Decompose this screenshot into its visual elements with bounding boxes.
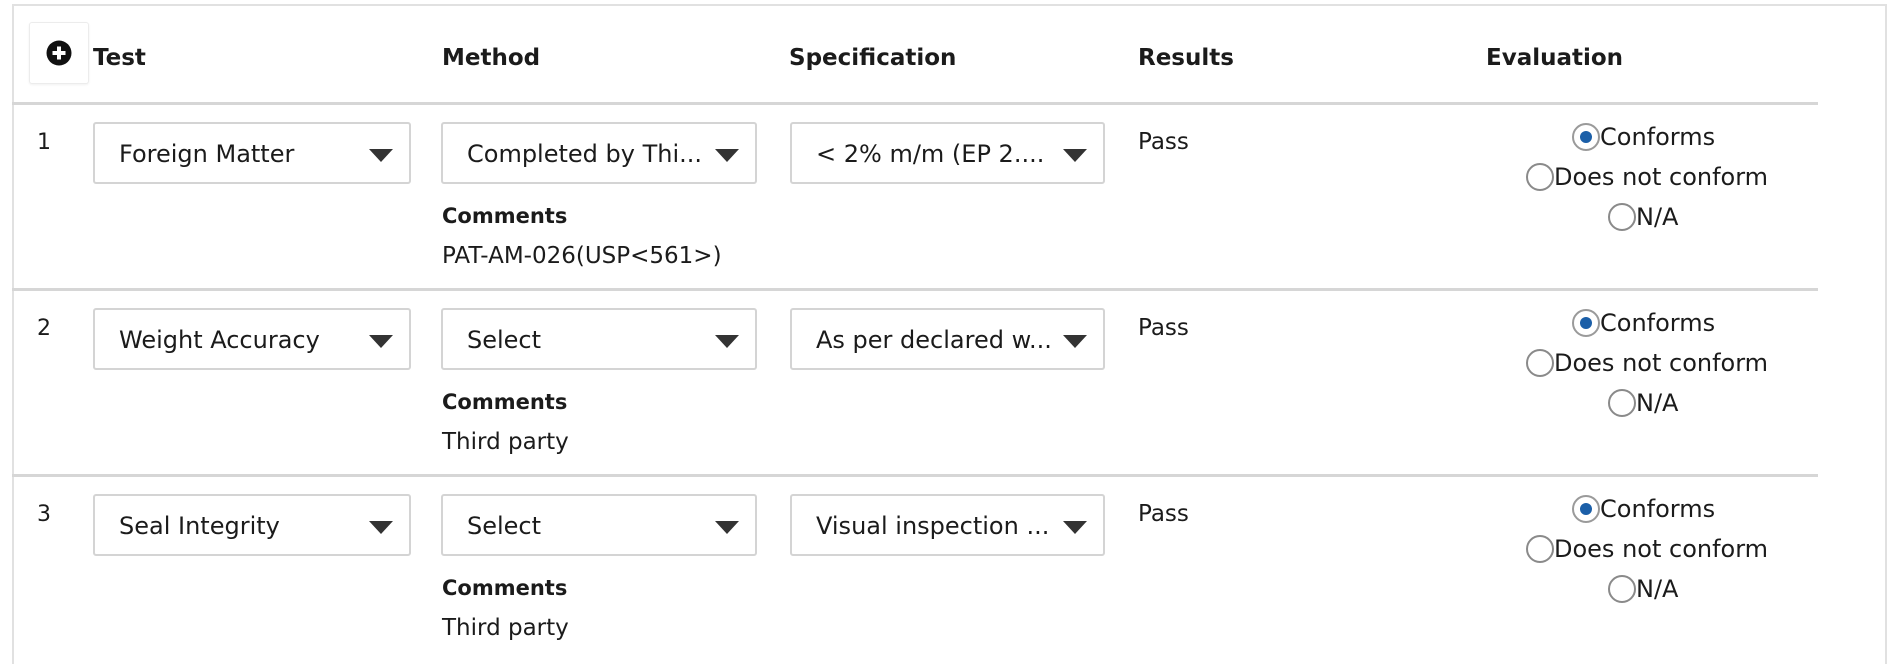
radio-label: Conforms — [1600, 123, 1716, 151]
evaluation-option-does-not-conform[interactable]: Does not conform — [1526, 349, 1768, 377]
specification-select[interactable]: < 2% m/m (EP 2.... — [790, 122, 1105, 184]
caret-down-icon — [715, 149, 739, 162]
radio-button[interactable] — [1608, 389, 1636, 417]
radio-label: N/A — [1636, 203, 1679, 231]
test-select-value: Seal Integrity — [119, 512, 280, 540]
method-select-value: Completed by Thi... — [467, 140, 703, 168]
table-row: 1 Foreign Matter Completed by Thi... < 2… — [12, 105, 1818, 291]
result-text: Pass — [1138, 501, 1189, 527]
test-select[interactable]: Seal Integrity — [93, 494, 411, 556]
radio-button[interactable] — [1526, 163, 1554, 191]
evaluation-option-na[interactable]: N/A — [1608, 389, 1678, 417]
specification-select-value: < 2% m/m (EP 2.... — [816, 140, 1045, 168]
result-text: Pass — [1138, 315, 1189, 341]
table-header: Test Method Specification Results Evalua… — [12, 4, 1818, 105]
test-select[interactable]: Weight Accuracy — [93, 308, 411, 370]
method-select[interactable]: Select — [441, 494, 757, 556]
method-select[interactable]: Select — [441, 308, 757, 370]
specification-select-value: As per declared w... — [816, 326, 1052, 354]
caret-down-icon — [715, 335, 739, 348]
comments-text: PAT-AM-026(USP<561>) — [442, 243, 722, 269]
specification-select[interactable]: As per declared w... — [790, 308, 1105, 370]
comments-label: Comments — [442, 390, 568, 414]
method-select[interactable]: Completed by Thi... — [441, 122, 757, 184]
comments-text: Third party — [442, 429, 569, 455]
radio-button[interactable] — [1526, 535, 1554, 563]
caret-down-icon — [369, 149, 393, 162]
row-number: 3 — [37, 502, 51, 527]
add-row-button[interactable] — [29, 22, 89, 84]
evaluation-option-does-not-conform[interactable]: Does not conform — [1526, 163, 1768, 191]
test-results-table: Test Method Specification Results Evalua… — [12, 4, 1818, 660]
evaluation-option-na[interactable]: N/A — [1608, 203, 1678, 231]
caret-down-icon — [1063, 335, 1087, 348]
method-select-value: Select — [467, 512, 542, 540]
radio-button-checked[interactable] — [1572, 495, 1600, 523]
radio-label: Does not conform — [1554, 535, 1769, 563]
comments-label: Comments — [442, 204, 568, 228]
comments-label: Comments — [442, 576, 568, 600]
radio-label: Conforms — [1600, 309, 1716, 337]
column-header-evaluation: Evaluation — [1486, 45, 1624, 71]
radio-label: N/A — [1636, 389, 1679, 417]
radio-label: Conforms — [1600, 495, 1716, 523]
radio-button[interactable] — [1608, 575, 1636, 603]
column-header-specification: Specification — [789, 45, 957, 71]
evaluation-option-conforms[interactable]: Conforms — [1572, 123, 1715, 151]
radio-button-checked[interactable] — [1572, 309, 1600, 337]
radio-label: N/A — [1636, 575, 1679, 603]
test-select[interactable]: Foreign Matter — [93, 122, 411, 184]
caret-down-icon — [1063, 521, 1087, 534]
radio-button-checked[interactable] — [1572, 123, 1600, 151]
specification-select[interactable]: Visual inspection ... — [790, 494, 1105, 556]
specification-select-value: Visual inspection ... — [816, 512, 1050, 540]
column-header-method: Method — [442, 45, 541, 71]
row-number: 1 — [37, 130, 51, 155]
test-select-value: Weight Accuracy — [119, 326, 320, 354]
radio-label: Does not conform — [1554, 349, 1769, 377]
radio-label: Does not conform — [1554, 163, 1769, 191]
evaluation-option-conforms[interactable]: Conforms — [1572, 495, 1715, 523]
table-row: 2 Weight Accuracy Select As per declared… — [12, 291, 1818, 477]
caret-down-icon — [369, 335, 393, 348]
caret-down-icon — [369, 521, 393, 534]
radio-button[interactable] — [1526, 349, 1554, 377]
radio-button[interactable] — [1608, 203, 1636, 231]
column-header-results: Results — [1138, 45, 1234, 71]
test-select-value: Foreign Matter — [119, 140, 295, 168]
table-row: 3 Seal Integrity Select Visual inspectio… — [12, 477, 1818, 660]
caret-down-icon — [715, 521, 739, 534]
method-select-value: Select — [467, 326, 542, 354]
column-header-test: Test — [93, 45, 146, 71]
comments-text: Third party — [442, 615, 569, 641]
plus-circle-icon — [46, 40, 72, 66]
evaluation-option-does-not-conform[interactable]: Does not conform — [1526, 535, 1768, 563]
evaluation-option-conforms[interactable]: Conforms — [1572, 309, 1715, 337]
row-number: 2 — [37, 316, 51, 341]
result-text: Pass — [1138, 129, 1189, 155]
caret-down-icon — [1063, 149, 1087, 162]
evaluation-option-na[interactable]: N/A — [1608, 575, 1678, 603]
